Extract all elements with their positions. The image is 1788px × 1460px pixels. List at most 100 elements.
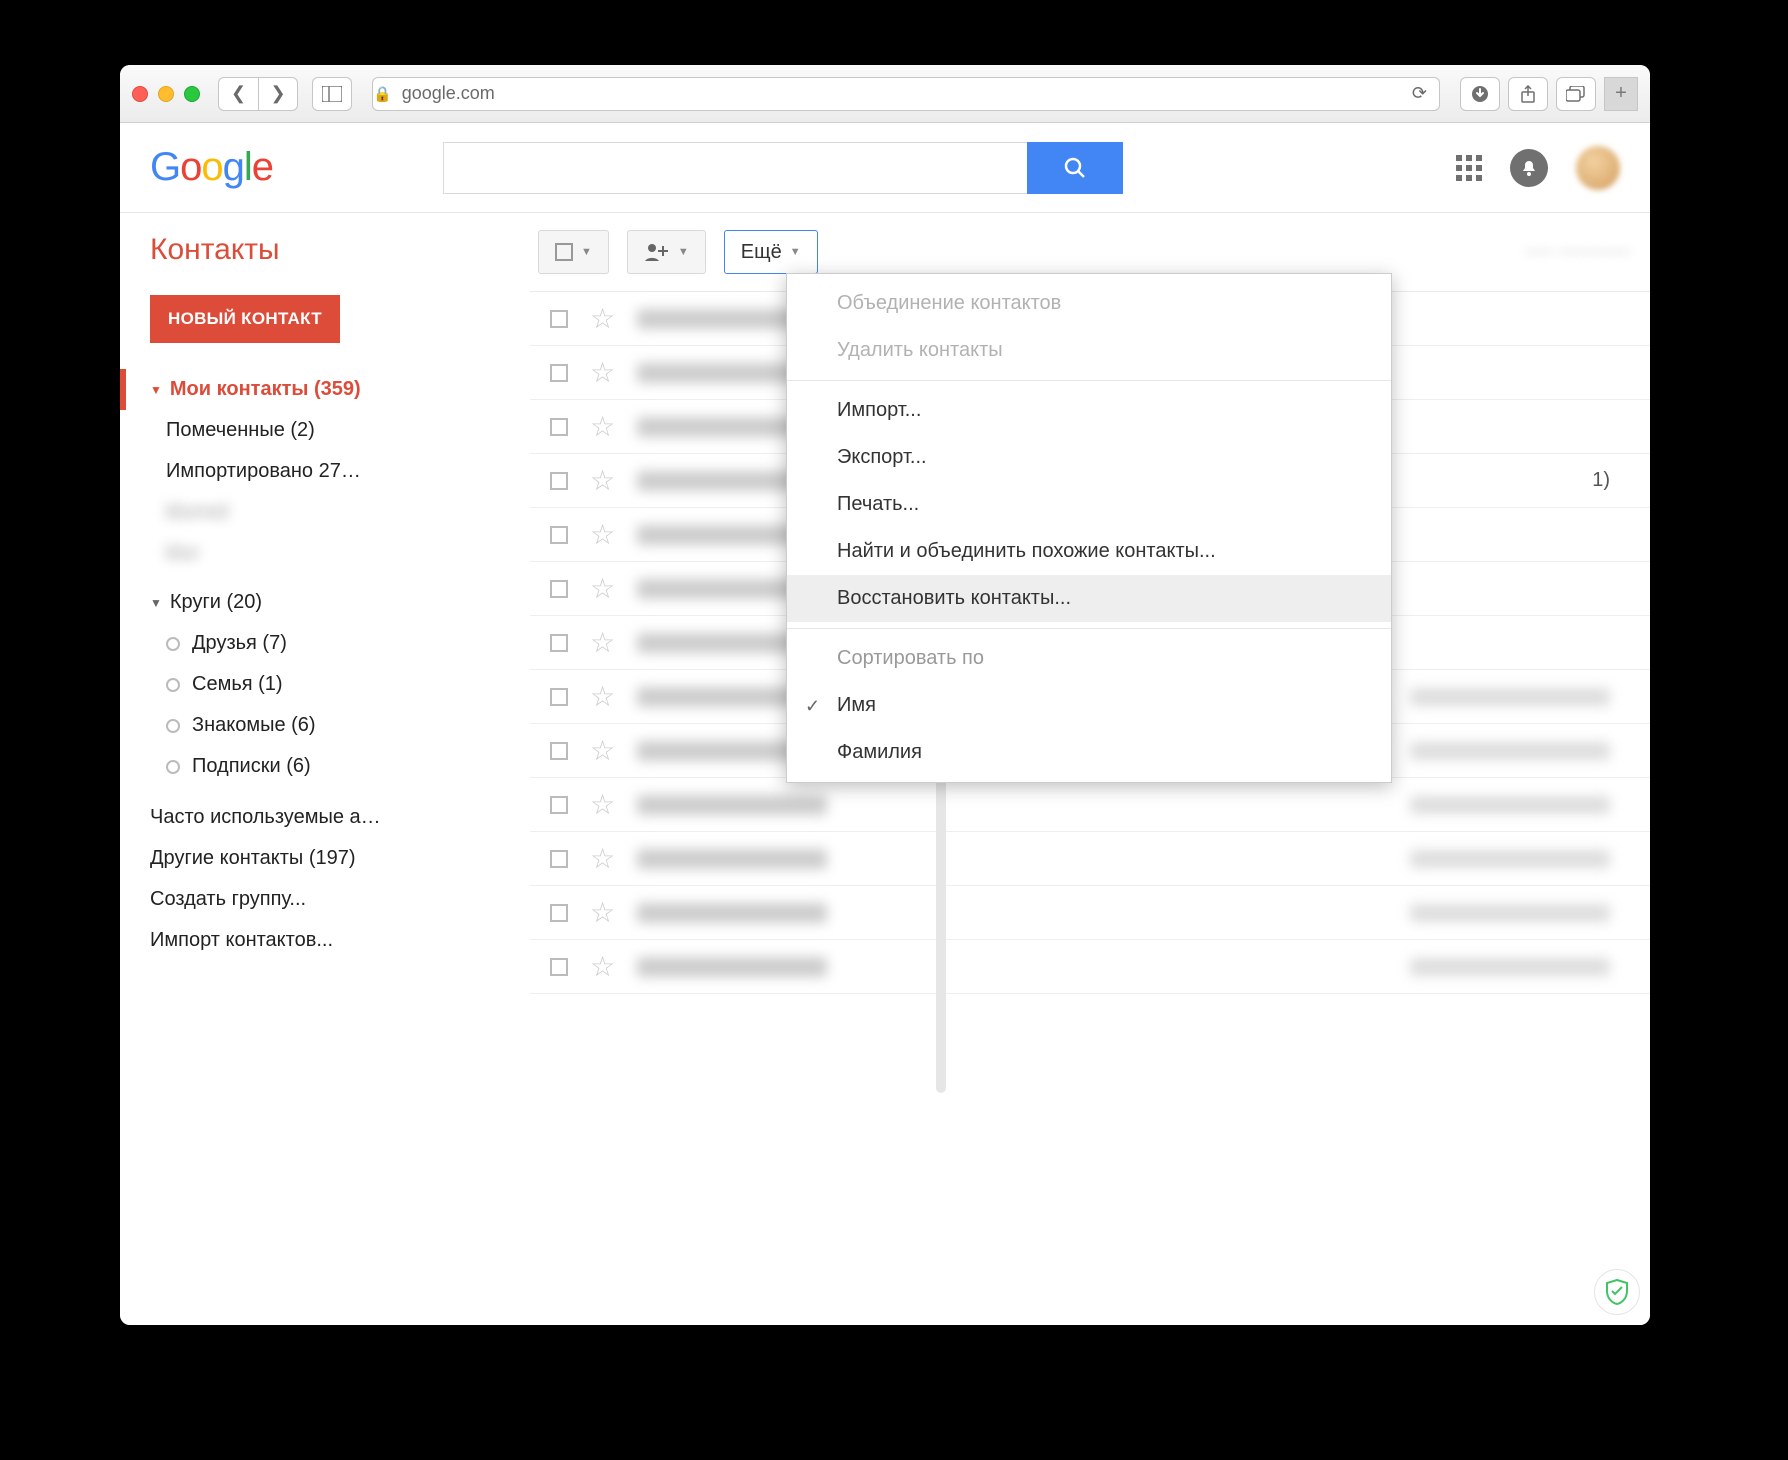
check-icon: ✓ (805, 696, 820, 717)
search-input[interactable] (443, 142, 1027, 194)
toolbar-blurred-text: ── ───── (1525, 241, 1630, 264)
sidebar-item-circles[interactable]: ▼ Круги (20) (120, 582, 530, 623)
menu-divider (787, 380, 1391, 381)
page-content: Google Контакты НОВ (120, 123, 1650, 1325)
list-item[interactable]: ☆ (530, 940, 1650, 994)
chevron-down-icon: ▼ (581, 246, 592, 258)
list-item[interactable]: ☆ (530, 886, 1650, 940)
fullscreen-window-icon[interactable] (184, 86, 200, 102)
share-button[interactable] (1508, 77, 1548, 111)
checkbox-icon[interactable] (550, 526, 568, 544)
checkbox-icon[interactable] (550, 310, 568, 328)
contact-name-blurred (637, 957, 827, 977)
menu-item-export[interactable]: Экспорт... (787, 434, 1391, 481)
menu-item-sort-name[interactable]: ✓ Имя (787, 682, 1391, 729)
add-contact-button[interactable]: ▼ (627, 230, 706, 274)
star-icon[interactable]: ☆ (590, 737, 615, 765)
contact-detail-blurred (1410, 904, 1610, 922)
list-item[interactable]: ☆ (530, 778, 1650, 832)
browser-right-controls: + (1460, 77, 1638, 111)
sidebar-item-blurred[interactable]: blur (120, 533, 530, 574)
sidebar-item-create-group[interactable]: Создать группу... (120, 879, 530, 920)
search-icon (1064, 157, 1086, 179)
sidebar-item-circle-friends[interactable]: Друзья (7) (120, 623, 530, 664)
sidebar-item-other[interactable]: Другие контакты (197) (120, 838, 530, 879)
add-person-icon (644, 242, 670, 262)
select-all-button[interactable]: ▼ (538, 230, 609, 274)
window-controls (132, 86, 200, 102)
address-bar[interactable]: 🔒 google.com ⟳ (372, 77, 1440, 111)
sidebar-item-imported[interactable]: Импортировано 27… (120, 451, 530, 492)
star-icon[interactable]: ☆ (590, 359, 615, 387)
contact-name-blurred (637, 903, 827, 923)
contact-name-blurred (637, 849, 827, 869)
star-icon[interactable]: ☆ (590, 953, 615, 981)
star-icon[interactable]: ☆ (590, 467, 615, 495)
sidebar-item-circle-subscriptions[interactable]: Подписки (6) (120, 746, 530, 787)
sidebar-item-label: Знакомые (6) (192, 714, 316, 737)
checkbox-icon[interactable] (550, 418, 568, 436)
checkbox-icon[interactable] (550, 580, 568, 598)
checkbox-icon[interactable] (550, 688, 568, 706)
contact-detail-blurred (1410, 742, 1610, 760)
tabs-button[interactable] (1556, 77, 1596, 111)
sidebar-item-starred[interactable]: Помеченные (2) (120, 410, 530, 451)
back-button[interactable]: ❮ (218, 77, 258, 111)
menu-item-find-merge[interactable]: Найти и объединить похожие контакты... (787, 528, 1391, 575)
star-icon[interactable]: ☆ (590, 413, 615, 441)
star-icon[interactable]: ☆ (590, 521, 615, 549)
checkbox-icon[interactable] (550, 958, 568, 976)
sidebar-item-frequent[interactable]: Часто используемые а… (120, 797, 530, 838)
close-window-icon[interactable] (132, 86, 148, 102)
checkbox-icon[interactable] (550, 364, 568, 382)
circle-icon (166, 719, 180, 733)
app-title: Контакты (120, 233, 530, 295)
search-button[interactable] (1027, 142, 1123, 194)
extension-shield-badge[interactable] (1594, 1269, 1640, 1315)
menu-item-import[interactable]: Импорт... (787, 387, 1391, 434)
star-icon[interactable]: ☆ (590, 575, 615, 603)
google-logo[interactable]: Google (150, 145, 273, 190)
sidebar: Контакты НОВЫЙ КОНТАКТ ▼ Мои контакты (3… (120, 213, 530, 1325)
star-icon[interactable]: ☆ (590, 791, 615, 819)
apps-icon[interactable] (1456, 155, 1482, 181)
sidebar-item-label: Друзья (7) (192, 632, 287, 655)
downloads-button[interactable] (1460, 77, 1500, 111)
row-detail: 1) (1592, 469, 1610, 492)
notifications-icon[interactable] (1510, 149, 1548, 187)
sidebar-item-circle-family[interactable]: Семья (1) (120, 664, 530, 705)
reload-icon[interactable]: ⟳ (1412, 83, 1427, 104)
checkbox-icon[interactable] (550, 904, 568, 922)
sidebar-toggle-button[interactable] (312, 77, 352, 111)
new-tab-button[interactable]: + (1604, 77, 1638, 111)
checkbox-icon[interactable] (550, 796, 568, 814)
more-button[interactable]: Ещё ▼ (724, 230, 818, 274)
header-right (1456, 146, 1620, 190)
menu-divider (787, 628, 1391, 629)
sidebar-item-circle-acquaintances[interactable]: Знакомые (6) (120, 705, 530, 746)
menu-item-sort-surname[interactable]: Фамилия (787, 729, 1391, 782)
list-item[interactable]: ☆ (530, 832, 1650, 886)
sidebar-item-label: Мои контакты (359) (170, 378, 361, 401)
sidebar-item-import[interactable]: Импорт контактов... (120, 920, 530, 961)
star-icon[interactable]: ☆ (590, 845, 615, 873)
star-icon[interactable]: ☆ (590, 305, 615, 333)
star-icon[interactable]: ☆ (590, 683, 615, 711)
menu-item-restore[interactable]: Восстановить контакты... (787, 575, 1391, 622)
sidebar-item-blurred[interactable]: blurred (120, 492, 530, 533)
google-header: Google (120, 123, 1650, 213)
star-icon[interactable]: ☆ (590, 629, 615, 657)
new-contact-button[interactable]: НОВЫЙ КОНТАКТ (150, 295, 340, 343)
star-icon[interactable]: ☆ (590, 899, 615, 927)
menu-item-print[interactable]: Печать... (787, 481, 1391, 528)
chevron-down-icon: ▼ (790, 246, 801, 258)
forward-button[interactable]: ❯ (258, 77, 298, 111)
minimize-window-icon[interactable] (158, 86, 174, 102)
chevron-down-icon: ▼ (150, 383, 162, 397)
avatar[interactable] (1576, 146, 1620, 190)
checkbox-icon[interactable] (550, 850, 568, 868)
checkbox-icon[interactable] (550, 472, 568, 490)
checkbox-icon[interactable] (550, 742, 568, 760)
sidebar-item-my-contacts[interactable]: ▼ Мои контакты (359) (120, 369, 530, 410)
checkbox-icon[interactable] (550, 634, 568, 652)
